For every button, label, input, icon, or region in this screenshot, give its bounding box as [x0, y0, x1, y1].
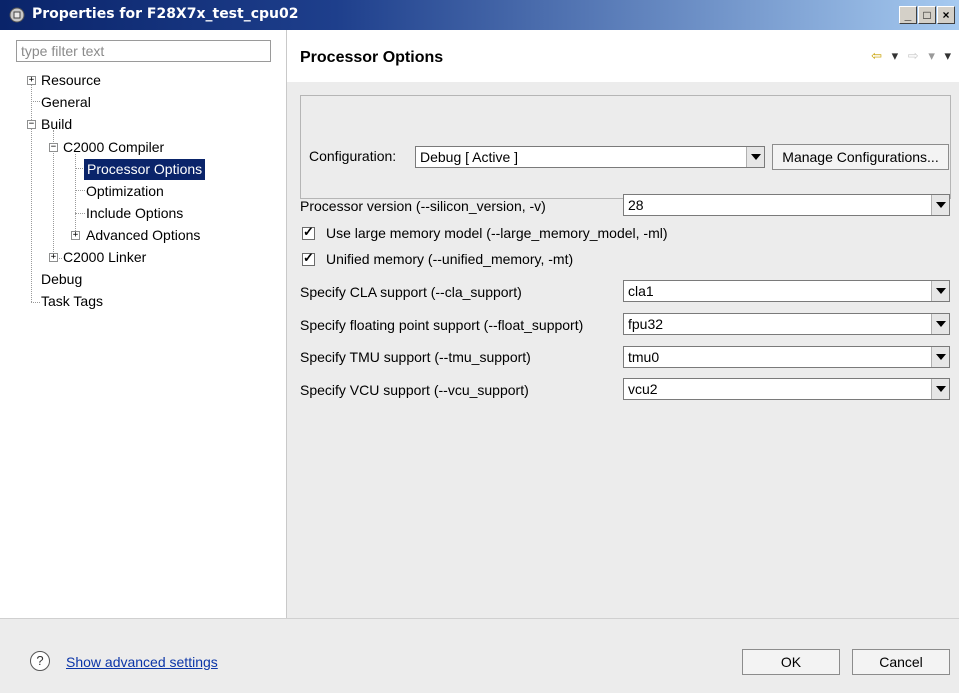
configuration-group: Configuration: Debug [ Active ] Manage C… — [300, 95, 951, 199]
tree-item-advanced-options[interactable]: Advanced Options — [86, 225, 200, 246]
maximize-button[interactable]: □ — [918, 6, 936, 24]
cla-support-select[interactable]: cla1 — [623, 280, 950, 302]
expand-icon[interactable]: + — [27, 76, 36, 85]
window-title: Properties for F28X7x_test_cpu02 — [32, 6, 299, 22]
tree-guide-line — [75, 190, 85, 191]
dialog-footer: ? Show advanced settings OK Cancel — [0, 618, 959, 693]
tree-item-processor-options[interactable]: Processor Options — [84, 159, 206, 180]
tree-item-c2000-linker[interactable]: C2000 Linker — [63, 247, 146, 268]
tree-item-c2000-compiler[interactable]: C2000 Compiler — [63, 137, 164, 158]
large-memory-label: Use large memory model (--large_memory_m… — [326, 225, 668, 241]
tree-item-optimization[interactable]: Optimization — [86, 181, 164, 202]
title-bar: Properties for F28X7x_test_cpu02 _ □ × — [0, 0, 959, 30]
vcu-support-value: vcu2 — [628, 381, 658, 397]
tree-guide-line — [75, 168, 83, 169]
float-support-value: fpu32 — [628, 316, 664, 332]
chevron-down-icon[interactable] — [931, 281, 949, 301]
tree-item-build[interactable]: Build — [41, 114, 72, 135]
minimize-button[interactable]: _ — [899, 6, 917, 24]
manage-configurations-button[interactable]: Manage Configurations... — [772, 144, 949, 170]
chevron-down-icon[interactable] — [931, 379, 949, 399]
tree-guide-line — [31, 101, 40, 102]
property-page: Processor Options ⇦ ▾ ⇨ ▾ ▾ Configuratio… — [287, 30, 959, 618]
configuration-label: Configuration: — [309, 148, 397, 164]
chevron-down-icon[interactable] — [931, 314, 949, 334]
close-button[interactable]: × — [937, 6, 955, 24]
collapse-icon[interactable]: − — [27, 120, 36, 129]
settings-tree: + Resource General − Build − C2000 Compi… — [0, 30, 286, 330]
nav-arrows: ⇦ ▾ ⇨ ▾ ▾ — [865, 48, 951, 64]
unified-memory-checkbox[interactable] — [302, 250, 315, 266]
tree-item-debug[interactable]: Debug — [41, 269, 82, 290]
tmu-support-select[interactable]: tmu0 — [623, 346, 950, 368]
float-support-label: Specify floating point support (--float_… — [300, 317, 584, 333]
tree-guide-line — [75, 154, 76, 235]
processor-version-label: Processor version (--silicon_version, -v… — [300, 198, 546, 214]
page-header: Processor Options ⇦ ▾ ⇨ ▾ ▾ — [287, 30, 959, 82]
tree-item-general[interactable]: General — [41, 92, 91, 113]
processor-version-value: 28 — [628, 197, 644, 213]
show-advanced-settings-link[interactable]: Show advanced settings — [66, 654, 218, 670]
forward-arrow-icon[interactable]: ⇨ — [908, 48, 919, 63]
configuration-value: Debug [ Active ] — [420, 149, 519, 165]
tmu-support-value: tmu0 — [628, 349, 660, 365]
ok-button[interactable]: OK — [742, 649, 840, 675]
cla-support-label: Specify CLA support (--cla_support) — [300, 284, 522, 300]
forward-dropdown-icon[interactable]: ▾ — [928, 48, 935, 63]
tree-guide-line — [31, 302, 40, 303]
sidebar: type filter text + Resource General − Bu… — [0, 30, 287, 618]
vcu-support-label: Specify VCU support (--vcu_support) — [300, 382, 529, 398]
large-memory-checkbox[interactable] — [302, 224, 315, 240]
float-support-select[interactable]: fpu32 — [623, 313, 950, 335]
tree-item-resource[interactable]: Resource — [41, 70, 101, 91]
expand-icon[interactable]: + — [49, 253, 58, 262]
page-title: Processor Options — [300, 49, 444, 66]
cla-support-value: cla1 — [628, 283, 654, 299]
view-menu-icon[interactable]: ▾ — [944, 48, 951, 63]
tree-item-task-tags[interactable]: Task Tags — [41, 291, 103, 312]
app-icon — [9, 7, 25, 23]
chevron-down-icon[interactable] — [931, 195, 949, 215]
back-dropdown-icon[interactable]: ▾ — [892, 48, 899, 63]
processor-version-select[interactable]: 28 — [623, 194, 950, 216]
vcu-support-select[interactable]: vcu2 — [623, 378, 950, 400]
chevron-down-icon[interactable] — [746, 147, 764, 167]
chevron-down-icon[interactable] — [931, 347, 949, 367]
configuration-select[interactable]: Debug [ Active ] — [415, 146, 765, 168]
help-icon[interactable]: ? — [30, 651, 50, 671]
tree-guide-line — [31, 84, 32, 302]
tree-guide-line — [75, 213, 85, 214]
collapse-icon[interactable]: − — [49, 143, 58, 152]
cancel-button[interactable]: Cancel — [852, 649, 950, 675]
unified-memory-label: Unified memory (--unified_memory, -mt) — [326, 251, 574, 267]
expand-icon[interactable]: + — [71, 231, 80, 240]
back-arrow-icon[interactable]: ⇦ — [871, 48, 882, 63]
tmu-support-label: Specify TMU support (--tmu_support) — [300, 349, 531, 365]
tree-item-include-options[interactable]: Include Options — [86, 203, 183, 224]
